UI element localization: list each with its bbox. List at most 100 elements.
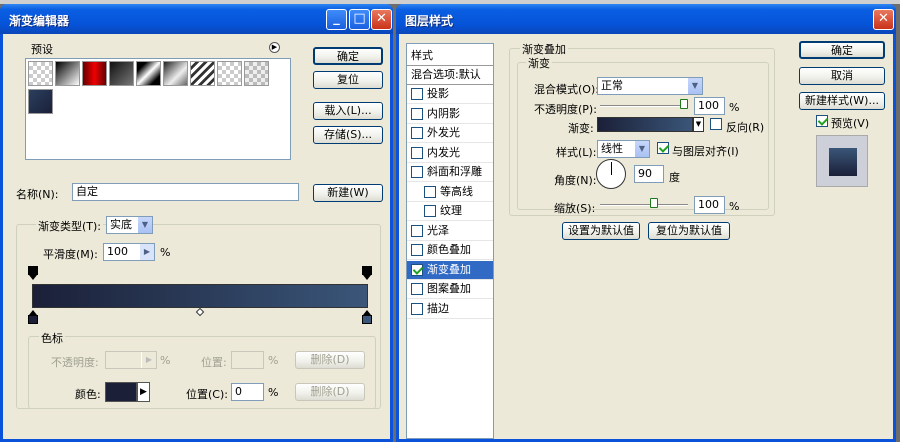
preset-stripes[interactable] (190, 61, 215, 86)
effect-item[interactable]: 投影 (407, 85, 493, 104)
smoothness-input[interactable]: 100 ▶ (103, 243, 155, 261)
cancel-button[interactable]: 取消 (799, 67, 885, 85)
effect-item[interactable]: 内阴影 (407, 105, 493, 124)
effect-item[interactable]: 光泽 (407, 222, 493, 241)
blend-mode-select[interactable]: 正常 ▼ (597, 77, 703, 95)
new-button[interactable]: 新建(W) (313, 184, 383, 202)
effect-checkbox[interactable] (411, 224, 423, 237)
effect-item[interactable]: 内发光 (407, 144, 493, 163)
stops-group-label: 色标 (39, 330, 65, 346)
gradient-picker-dropdown-icon[interactable]: ▼ (693, 117, 704, 132)
preset-dark-steel[interactable] (109, 61, 134, 86)
effect-label: 投影 (427, 87, 449, 100)
smoothness-arrow-icon[interactable]: ▶ (139, 244, 154, 260)
opacity-slider-thumb[interactable] (680, 99, 688, 109)
angle-dial[interactable] (596, 159, 626, 189)
delete-opacity-stop-button: 删除(D) (295, 351, 365, 369)
styles-header[interactable]: 样式 (407, 47, 493, 66)
preset-transparent-2[interactable] (217, 61, 242, 86)
chevron-down-icon[interactable]: ▼ (137, 217, 152, 233)
gradient-subgroup-title: 渐变 (526, 55, 552, 71)
preset-silver[interactable] (163, 61, 188, 86)
effect-label: 颜色叠加 (427, 243, 471, 256)
chevron-down-icon[interactable]: ▼ (634, 141, 649, 157)
effect-checkbox[interactable] (411, 302, 423, 315)
effect-label: 描边 (427, 301, 449, 315)
new-style-button[interactable]: 新建样式(W)... (799, 92, 885, 110)
gradient-bar[interactable] (32, 284, 368, 308)
preset-black-white[interactable] (55, 61, 80, 86)
layer-style-titlebar[interactable]: 图层样式 ✕ (396, 4, 896, 34)
effect-checkbox[interactable] (424, 205, 436, 217)
effect-item[interactable]: 渐变叠加 (407, 260, 493, 280)
effect-checkbox[interactable] (411, 166, 423, 178)
angle-input[interactable]: 90 (634, 165, 664, 183)
set-default-button[interactable]: 设置为默认值 (562, 222, 640, 240)
preview-label: 预览(V) (831, 117, 870, 130)
effect-checkbox[interactable] (411, 263, 423, 276)
layer-style-window: 图层样式 ✕ 样式 混合选项:默认 投影内阴影 外发光内发光斜面和浮雕 等高线 纹理光… (396, 4, 896, 442)
effect-checkbox[interactable] (411, 127, 423, 139)
reset-button[interactable]: 复位 (313, 71, 383, 89)
save-button[interactable]: 存储(S)... (313, 126, 383, 144)
effect-item[interactable]: 外发光 (407, 124, 493, 143)
scale-slider[interactable] (600, 204, 688, 206)
ok-button[interactable]: 确定 (799, 41, 885, 59)
opacity-stop-left[interactable] (28, 266, 38, 280)
gradient-type-select[interactable]: 实底 ▼ (106, 216, 153, 234)
stop-opacity-input: ▶ (105, 351, 157, 369)
effect-checkbox[interactable] (411, 244, 423, 256)
effect-checkbox[interactable] (411, 146, 423, 159)
angle-dial-needle (611, 162, 612, 175)
preset-red[interactable] (82, 61, 107, 86)
name-input[interactable]: 自定 (72, 183, 299, 201)
opacity-stop-right[interactable] (362, 266, 372, 280)
scale-input[interactable]: 100 (694, 196, 725, 214)
close-icon[interactable]: ✕ (873, 9, 894, 30)
ok-button[interactable]: 确定 (313, 47, 383, 65)
reset-default-button[interactable]: 复位为默认值 (648, 222, 730, 240)
preset-transparent[interactable] (28, 61, 53, 86)
effect-item[interactable]: 等高线 (407, 183, 493, 202)
stop-color-location-input[interactable]: 0 (231, 383, 264, 401)
gradient-picker[interactable] (597, 117, 693, 132)
reverse-checkbox[interactable] (710, 118, 722, 130)
minimize-icon[interactable]: _ (326, 9, 347, 30)
maximize-icon[interactable]: □ (349, 9, 370, 30)
scale-slider-thumb[interactable] (650, 198, 658, 208)
effect-label: 内发光 (427, 145, 460, 159)
load-button[interactable]: 载入(L)... (313, 102, 383, 120)
effect-item[interactable]: 纹理 (407, 202, 493, 221)
stop-color-location-percent: % (268, 386, 279, 399)
align-with-layer-checkbox[interactable] (657, 142, 669, 154)
window-title: 图层样式 (405, 14, 454, 28)
stop-opacity-location-label: 位置: (201, 356, 227, 369)
stop-opacity-arrow-icon: ▶ (141, 352, 156, 368)
gradient-editor-titlebar[interactable]: 渐变编辑器 _ □ ✕ (0, 4, 393, 34)
chevron-down-icon[interactable]: ▼ (687, 78, 702, 94)
stop-opacity-label: 不透明度: (51, 356, 99, 369)
color-stop-right[interactable] (362, 310, 372, 324)
color-stop-left[interactable] (28, 310, 38, 324)
stop-color-swatch[interactable] (105, 382, 137, 402)
presets-menu-icon[interactable]: ▶ (269, 42, 280, 53)
preset-navy-custom[interactable] (28, 89, 53, 114)
effect-item[interactable]: 图案叠加 (407, 280, 493, 299)
color-menu-arrow-icon[interactable]: ▶ (137, 382, 150, 402)
style-select[interactable]: 线性 ▼ (597, 140, 650, 158)
blend-options-item[interactable]: 混合选项:默认 (407, 66, 493, 85)
preset-checker[interactable] (244, 61, 269, 86)
effect-checkbox[interactable] (411, 88, 423, 100)
preview-checkbox[interactable] (816, 115, 828, 127)
effect-item[interactable]: 斜面和浮雕 (407, 163, 493, 182)
effect-checkbox[interactable] (411, 283, 423, 295)
opacity-input[interactable]: 100 (694, 97, 725, 115)
effect-checkbox[interactable] (424, 185, 436, 198)
preset-chrome[interactable] (136, 61, 161, 86)
effect-item[interactable]: 颜色叠加 (407, 241, 493, 260)
close-icon[interactable]: ✕ (371, 9, 392, 30)
effect-checkbox[interactable] (411, 107, 423, 120)
opacity-slider[interactable] (600, 105, 688, 107)
effect-item[interactable]: 描边 (407, 300, 493, 319)
reverse-label: 反向(R) (726, 121, 765, 134)
